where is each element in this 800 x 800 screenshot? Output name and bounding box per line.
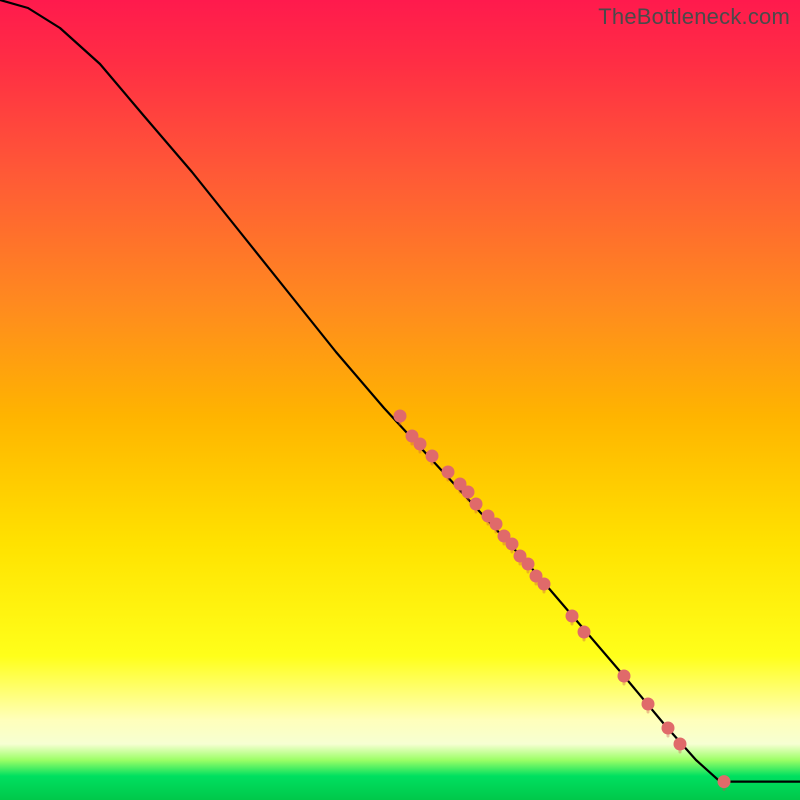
scatter-point xyxy=(566,610,579,623)
scatter-point xyxy=(506,538,519,551)
chart-overlay-svg xyxy=(0,0,800,800)
scatter-point xyxy=(522,558,535,571)
scatter-point xyxy=(462,486,475,499)
scatter-point xyxy=(642,698,655,711)
scatter-point xyxy=(394,410,407,423)
scatter-point xyxy=(470,498,483,511)
scatter-points-group xyxy=(394,410,731,790)
scatter-point xyxy=(414,438,427,451)
scatter-point xyxy=(538,578,551,591)
scatter-point xyxy=(442,466,455,479)
chart-root: TheBottleneck.com xyxy=(0,0,800,800)
scatter-point xyxy=(490,518,503,531)
scatter-point xyxy=(718,775,731,788)
scatter-point xyxy=(662,722,675,735)
bottleneck-curve xyxy=(0,0,800,782)
scatter-point xyxy=(426,450,439,463)
scatter-point xyxy=(674,738,687,751)
scatter-point xyxy=(618,670,631,683)
scatter-point xyxy=(578,626,591,639)
